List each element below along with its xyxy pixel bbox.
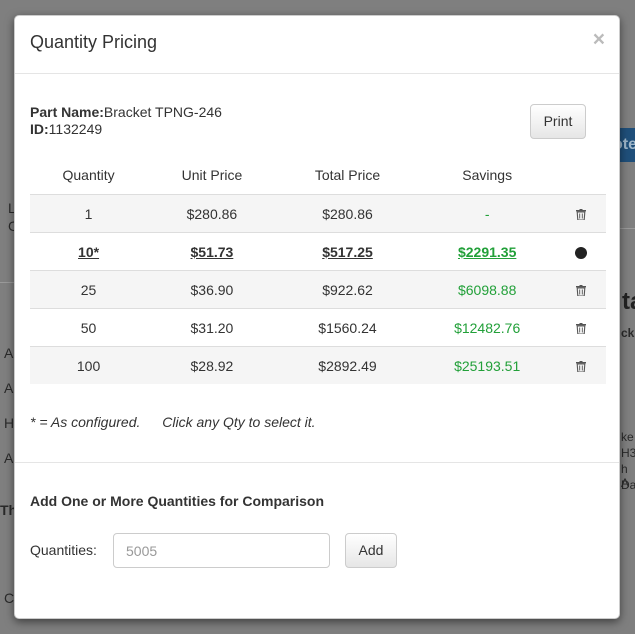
unit-price-cell: $280.86: [147, 194, 277, 233]
qty-cell[interactable]: 50: [30, 308, 148, 347]
total-price-cell: $1560.24: [276, 308, 419, 347]
part-name-label: Part Name:: [30, 104, 104, 120]
background-divider: [0, 282, 14, 283]
part-info: Part Name:Bracket TPNG-246 ID:1132249: [30, 104, 222, 138]
background-text: A: [4, 345, 14, 361]
part-name-value: Bracket TPNG-246: [103, 104, 222, 120]
table-row[interactable]: 100 $28.92 $2892.49 $25193.51: [30, 346, 606, 384]
qty-cell[interactable]: 25: [30, 270, 148, 309]
savings-cell: $6098.88: [418, 270, 557, 309]
table-row-selected[interactable]: 10* $51.73 $517.25 $2291.35: [30, 232, 606, 271]
savings-cell: $12482.76: [418, 308, 557, 347]
action-cell: [556, 232, 606, 271]
table-row[interactable]: 50 $31.20 $1560.24 $12482.76: [30, 308, 606, 347]
quantities-label: Quantities:: [30, 542, 97, 558]
background-text: H3: [621, 446, 635, 460]
total-price-cell: $517.25: [276, 232, 419, 271]
background-text: H: [4, 415, 15, 431]
quantities-input[interactable]: [113, 533, 330, 568]
selected-dot-icon: [575, 246, 588, 259]
qty-cell[interactable]: 100: [30, 346, 148, 384]
total-price-cell: $922.62: [276, 270, 419, 309]
background-heading: ta: [622, 288, 635, 315]
unit-price-cell: $31.20: [147, 308, 277, 347]
unit-price-cell: $28.92: [147, 346, 277, 384]
part-id-value: 1132249: [48, 121, 103, 137]
add-button[interactable]: Add: [345, 533, 397, 568]
pricing-table: Quantity Unit Price Total Price Savings …: [30, 156, 606, 384]
background-text: C: [4, 590, 15, 606]
unit-price-cell: $51.73: [147, 232, 277, 271]
background-divider: [620, 228, 635, 229]
trash-icon[interactable]: [576, 323, 587, 335]
background-text: ke: [621, 430, 634, 444]
action-cell: [556, 270, 606, 309]
table-note: * = As configured. Click any Qty to sele…: [30, 414, 334, 430]
header-unit-price: Unit Price: [147, 156, 277, 195]
close-icon[interactable]: ×: [593, 28, 605, 52]
header-total-price: Total Price: [276, 156, 419, 195]
section-divider: [15, 462, 619, 463]
qty-cell[interactable]: 10*: [30, 232, 148, 271]
unit-price-cell: $36.90: [147, 270, 277, 309]
modal-title: Quantity Pricing: [30, 32, 158, 52]
header-savings: Savings: [418, 156, 557, 195]
header-actions: [556, 156, 606, 195]
trash-icon[interactable]: [576, 361, 587, 373]
trash-icon[interactable]: [576, 209, 587, 221]
table-header-row: Quantity Unit Price Total Price Savings: [30, 156, 606, 195]
quantity-pricing-modal: Quantity Pricing × Part Name:Bracket TPN…: [14, 15, 620, 619]
background-text: A: [4, 380, 14, 396]
savings-cell: $25193.51: [418, 346, 557, 384]
trash-icon[interactable]: [576, 285, 587, 297]
compare-title: Add One or More Quantities for Compariso…: [30, 493, 325, 509]
table-row[interactable]: 25 $36.90 $922.62 $6098.88: [30, 270, 606, 309]
total-price-cell: $2892.49: [276, 346, 419, 384]
print-button[interactable]: Print: [530, 104, 586, 139]
action-cell: [556, 194, 606, 233]
part-id-label: ID:: [30, 121, 49, 137]
note-configured: * = As configured.: [30, 414, 141, 430]
savings-cell: -: [418, 194, 557, 233]
savings-cell: $2291.35: [418, 232, 557, 271]
action-cell: [556, 346, 606, 384]
note-select: Click any Qty to select it.: [162, 414, 316, 430]
modal-header: Quantity Pricing ×: [15, 16, 619, 74]
background-text: ck: [621, 326, 635, 340]
action-cell: [556, 308, 606, 347]
background-text: A: [4, 450, 14, 466]
total-price-cell: $280.86: [276, 194, 419, 233]
table-row[interactable]: 1 $280.86 $280.86 -: [30, 194, 606, 233]
qty-cell[interactable]: 1: [30, 194, 148, 233]
background-text: Day: [621, 478, 635, 492]
header-quantity: Quantity: [30, 156, 148, 195]
